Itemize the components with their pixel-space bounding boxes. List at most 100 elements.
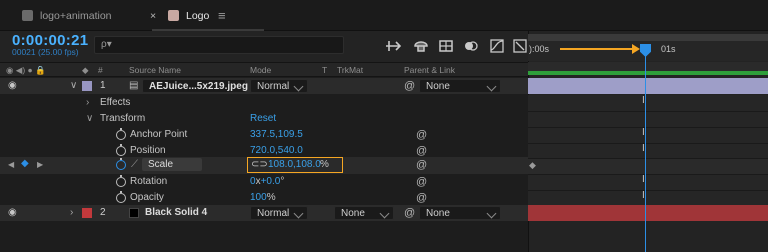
- column-num[interactable]: #: [98, 65, 103, 75]
- visibility-eye-icon[interactable]: ◉: [8, 207, 17, 218]
- expression-pickwhip-icon[interactable]: @: [416, 176, 427, 188]
- comp-flowchart-icon[interactable]: [384, 37, 402, 55]
- layer-search-input[interactable]: ρ▾: [94, 36, 344, 54]
- property-value[interactable]: 720.0,540.0: [250, 145, 303, 156]
- timeline-row-opacity: [528, 190, 768, 206]
- constrain-proportions-icon[interactable]: ⊂⊃: [251, 159, 268, 170]
- layer-2-duration-bar[interactable]: [528, 205, 768, 221]
- work-area-bar[interactable]: [528, 71, 768, 75]
- tab-logo-animation[interactable]: logo+animation: [16, 0, 112, 31]
- panel-tab-bar: [0, 0, 768, 31]
- visibility-eye-icon[interactable]: ◉: [8, 80, 17, 91]
- property-name: Position: [130, 145, 166, 156]
- transform-group-row[interactable]: ∨ Transform Reset: [0, 111, 528, 127]
- collapse-chevron-icon[interactable]: ∨: [86, 113, 93, 124]
- work-area-row[interactable]: [528, 62, 768, 75]
- add-keyframe-icon[interactable]: ◆: [21, 158, 29, 169]
- transform-reset-link[interactable]: Reset: [250, 113, 276, 124]
- property-value[interactable]: 100%: [250, 192, 276, 203]
- next-keyframe-icon[interactable]: ▶: [37, 160, 43, 169]
- tab-logo[interactable]: Logo: [162, 0, 209, 31]
- expression-pickwhip-icon[interactable]: @: [416, 129, 427, 141]
- column-source-name[interactable]: Source Name: [129, 65, 181, 75]
- layer-column-header: ◉ ◀) ● 🔒 ◆ # Source Name Mode T TrkMat P…: [0, 62, 528, 77]
- layer-name[interactable]: Black Solid 4: [145, 207, 207, 218]
- expression-pickwhip-icon[interactable]: @: [416, 192, 427, 204]
- timeline-row-position: [528, 143, 768, 159]
- graph-editor-icon[interactable]: [488, 37, 506, 55]
- column-trkmat[interactable]: TrkMat: [337, 65, 363, 75]
- timeline-row-scale: [528, 158, 768, 174]
- panel-menu-icon[interactable]: ≡: [218, 0, 226, 31]
- graph-icon[interactable]: ⟋: [131, 159, 138, 170]
- tab-label: logo+animation: [40, 9, 112, 22]
- stopwatch-active-icon[interactable]: [116, 158, 126, 170]
- property-row-scale[interactable]: ◀ ◆ ▶ ⟋ Scale ⊂⊃ 108.0,108.0 % @: [0, 157, 528, 174]
- parent-dropdown[interactable]: None: [419, 206, 501, 220]
- expand-chevron-icon[interactable]: ›: [86, 97, 89, 108]
- property-value[interactable]: 337.5,109.5: [250, 129, 303, 140]
- column-parent-link[interactable]: Parent & Link: [404, 65, 455, 75]
- trkmat-dropdown[interactable]: None: [334, 206, 394, 220]
- frame-blending-icon[interactable]: [437, 37, 455, 55]
- stopwatch-icon[interactable]: [116, 144, 126, 156]
- stopwatch-icon[interactable]: [116, 175, 126, 187]
- blend-mode-dropdown[interactable]: Normal: [250, 79, 308, 93]
- layer-number: 1: [100, 80, 106, 91]
- expression-pickwhip-icon[interactable]: @: [416, 159, 427, 171]
- layer-1-duration-bar[interactable]: [528, 78, 768, 94]
- ruler-second-label: 01s: [661, 44, 676, 54]
- ruler-start-label: ):00s: [529, 44, 550, 54]
- layer-number: 2: [100, 207, 106, 218]
- trkmat-value: None: [341, 208, 365, 219]
- layer-row-1[interactable]: ◉ ∨ 1 ▤ AEJuice...5x219.jpeg Normal @ No…: [0, 78, 528, 94]
- prev-keyframe-icon[interactable]: ◀: [8, 160, 14, 169]
- property-value[interactable]: 108.0,108.0: [268, 159, 321, 170]
- chevron-down-icon: [486, 208, 497, 219]
- property-row-anchor-point[interactable]: Anchor Point 337.5,109.5 @: [0, 127, 528, 143]
- tab-color-swatch: [168, 10, 179, 21]
- expand-chevron-icon[interactable]: ∨: [70, 80, 77, 91]
- mode-value: Normal: [257, 208, 290, 219]
- transform-label: Transform: [100, 113, 146, 124]
- motion-blur-icon[interactable]: [462, 37, 480, 55]
- search-icon: ρ▾: [101, 39, 112, 50]
- property-unit: %: [320, 159, 329, 170]
- property-row-rotation[interactable]: Rotation 0x+0.0° @: [0, 174, 528, 190]
- property-name: Scale: [142, 158, 202, 171]
- layer-row-2[interactable]: ◉ › 2 Black Solid 4 Normal None @ None: [0, 205, 528, 221]
- stopwatch-icon[interactable]: [116, 191, 126, 203]
- time-navigator-bar[interactable]: [528, 34, 768, 41]
- expand-chevron-icon[interactable]: ›: [70, 207, 73, 218]
- shy-layers-icon[interactable]: [412, 37, 430, 55]
- property-value[interactable]: 0x+0.0°: [250, 176, 284, 187]
- layer-name-field[interactable]: AEJuice...5x219.jpeg: [142, 79, 248, 93]
- column-mode[interactable]: Mode: [250, 65, 271, 75]
- layer-label-color[interactable]: [82, 208, 92, 218]
- pickwhip-icon[interactable]: @: [404, 80, 415, 92]
- annotation-arrow-line: [560, 48, 636, 50]
- layer-list-empty-area: [0, 221, 528, 252]
- pickwhip-icon[interactable]: @: [404, 207, 415, 219]
- keyframe-icon[interactable]: ◆: [529, 160, 536, 171]
- tab-close-icon[interactable]: ×: [150, 0, 156, 31]
- label-column-icon[interactable]: ◆: [82, 65, 89, 76]
- parent-dropdown[interactable]: None: [419, 79, 501, 93]
- column-t[interactable]: T: [322, 65, 327, 75]
- av-features-column[interactable]: ◉ ◀) ● 🔒: [6, 65, 46, 76]
- stopwatch-icon[interactable]: [116, 128, 126, 140]
- current-time-indicator[interactable]: [645, 44, 646, 252]
- effects-label: Effects: [100, 97, 131, 108]
- chevron-down-icon: [486, 81, 497, 92]
- expression-pickwhip-icon[interactable]: @: [416, 145, 427, 157]
- layer-label-color[interactable]: [82, 81, 92, 91]
- chevron-down-icon: [293, 208, 304, 219]
- effects-group-row[interactable]: › Effects: [0, 95, 528, 111]
- solid-color-icon: [129, 208, 139, 218]
- footage-icon: ▤: [129, 80, 139, 91]
- blend-mode-dropdown[interactable]: Normal: [250, 206, 308, 220]
- property-name: Opacity: [130, 192, 164, 203]
- tab-color-swatch: [22, 10, 33, 21]
- chevron-down-icon: [293, 81, 304, 92]
- property-row-opacity[interactable]: Opacity 100% @: [0, 190, 528, 206]
